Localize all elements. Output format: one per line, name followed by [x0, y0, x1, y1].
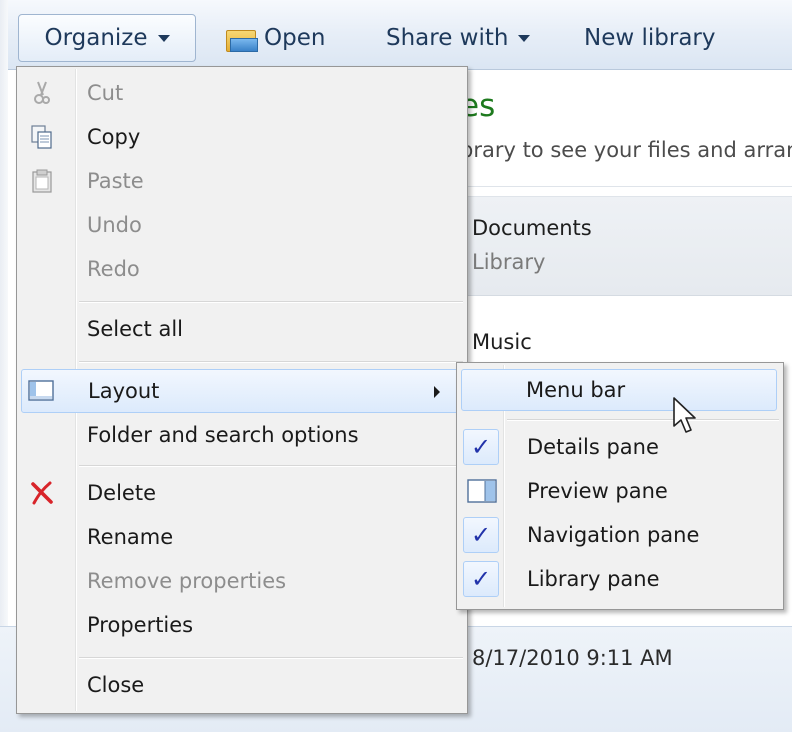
- menu-item-label: Menu bar: [526, 378, 626, 402]
- open-label: Open: [264, 25, 326, 51]
- chevron-right-icon: [434, 386, 440, 398]
- menu-separator: [79, 361, 463, 363]
- menu-item-close[interactable]: Close: [19, 665, 465, 705]
- explorer-window: Organize Open Share with New library es …: [0, 0, 792, 732]
- documents-library-type: Library: [472, 250, 546, 274]
- menu-item-label: Delete: [87, 481, 156, 505]
- open-button[interactable]: Open: [226, 14, 325, 62]
- chevron-down-icon: [518, 35, 531, 42]
- preview-pane-icon: [467, 479, 497, 503]
- checkmark-icon: ✓: [463, 429, 499, 465]
- menu-item-label: Layout: [88, 379, 160, 403]
- menu-item-label: Select all: [87, 317, 183, 341]
- menu-item-label: Details pane: [527, 435, 659, 459]
- menu-item-remove-properties[interactable]: Remove properties: [19, 561, 465, 601]
- menu-item-label: Folder and search options: [87, 423, 359, 447]
- documents-library-row[interactable]: [440, 196, 792, 296]
- menu-item-label: Undo: [87, 213, 142, 237]
- menu-item-label: Paste: [87, 169, 144, 193]
- menu-item-label: Redo: [87, 257, 140, 281]
- details-date-modified: 8/17/2010 9:11 AM: [472, 646, 673, 670]
- submenu-item-details-pane[interactable]: ✓ Details pane: [459, 427, 779, 467]
- folder-open-icon: [226, 28, 258, 52]
- command-bar: Organize Open Share with New library: [8, 0, 792, 70]
- menu-item-label: Library pane: [527, 567, 660, 591]
- menu-separator: [79, 657, 463, 659]
- organize-menu: Cut Copy Paste Undo Redo Select all Layo…: [16, 66, 468, 714]
- submenu-item-library-pane[interactable]: ✓ Library pane: [459, 559, 779, 599]
- organize-button[interactable]: Organize: [18, 14, 196, 62]
- menu-item-label: Navigation pane: [527, 523, 700, 547]
- new-library-label: New library: [584, 25, 716, 51]
- layout-icon: [28, 380, 54, 401]
- menu-separator: [79, 465, 463, 467]
- menu-item-label: Preview pane: [527, 479, 668, 503]
- music-library-name[interactable]: Music: [472, 330, 532, 354]
- scissors-icon: [34, 81, 50, 104]
- menu-separator: [79, 301, 463, 303]
- share-with-button[interactable]: Share with: [386, 14, 531, 62]
- menu-item-label: Copy: [87, 125, 141, 149]
- menu-item-cut[interactable]: Cut: [19, 73, 465, 113]
- menu-item-properties[interactable]: Properties: [19, 605, 465, 645]
- divider: [440, 186, 792, 187]
- menu-item-delete[interactable]: Delete: [19, 473, 465, 513]
- submenu-item-preview-pane[interactable]: Preview pane: [459, 471, 779, 511]
- menu-item-label: Properties: [87, 613, 194, 637]
- submenu-item-menu-bar[interactable]: Menu bar: [461, 369, 777, 411]
- menu-item-undo[interactable]: Undo: [19, 205, 465, 245]
- libraries-description: brary to see your files and arran: [460, 138, 792, 162]
- menu-item-rename[interactable]: Rename: [19, 517, 465, 557]
- menu-item-label: Rename: [87, 525, 174, 549]
- mouse-pointer-icon: [673, 397, 696, 433]
- menu-item-copy[interactable]: Copy: [19, 117, 465, 157]
- menu-item-paste[interactable]: Paste: [19, 161, 465, 201]
- checkmark-icon: ✓: [463, 517, 499, 553]
- delete-x-icon: [31, 481, 53, 505]
- window-left-edge: [0, 0, 8, 732]
- menu-item-folder-options[interactable]: Folder and search options: [19, 415, 465, 455]
- documents-library-name: Documents: [472, 216, 592, 240]
- layout-submenu: Menu bar ✓ Details pane Preview pane ✓ N…: [456, 362, 784, 610]
- new-library-button[interactable]: New library: [584, 14, 715, 62]
- organize-label: Organize: [44, 25, 148, 51]
- menu-item-label: Close: [87, 673, 145, 697]
- paste-icon: [32, 169, 52, 193]
- share-with-label: Share with: [386, 25, 509, 51]
- menu-item-label: Remove properties: [87, 569, 287, 593]
- menu-item-layout[interactable]: Layout: [21, 369, 463, 413]
- chevron-down-icon: [157, 35, 170, 42]
- menu-item-select-all[interactable]: Select all: [19, 309, 465, 349]
- menu-item-label: Cut: [87, 81, 124, 105]
- copy-icon: [31, 125, 52, 149]
- checkmark-icon: ✓: [463, 561, 499, 597]
- menu-item-redo[interactable]: Redo: [19, 249, 465, 289]
- submenu-item-navigation-pane[interactable]: ✓ Navigation pane: [459, 515, 779, 555]
- menu-separator: [507, 419, 779, 421]
